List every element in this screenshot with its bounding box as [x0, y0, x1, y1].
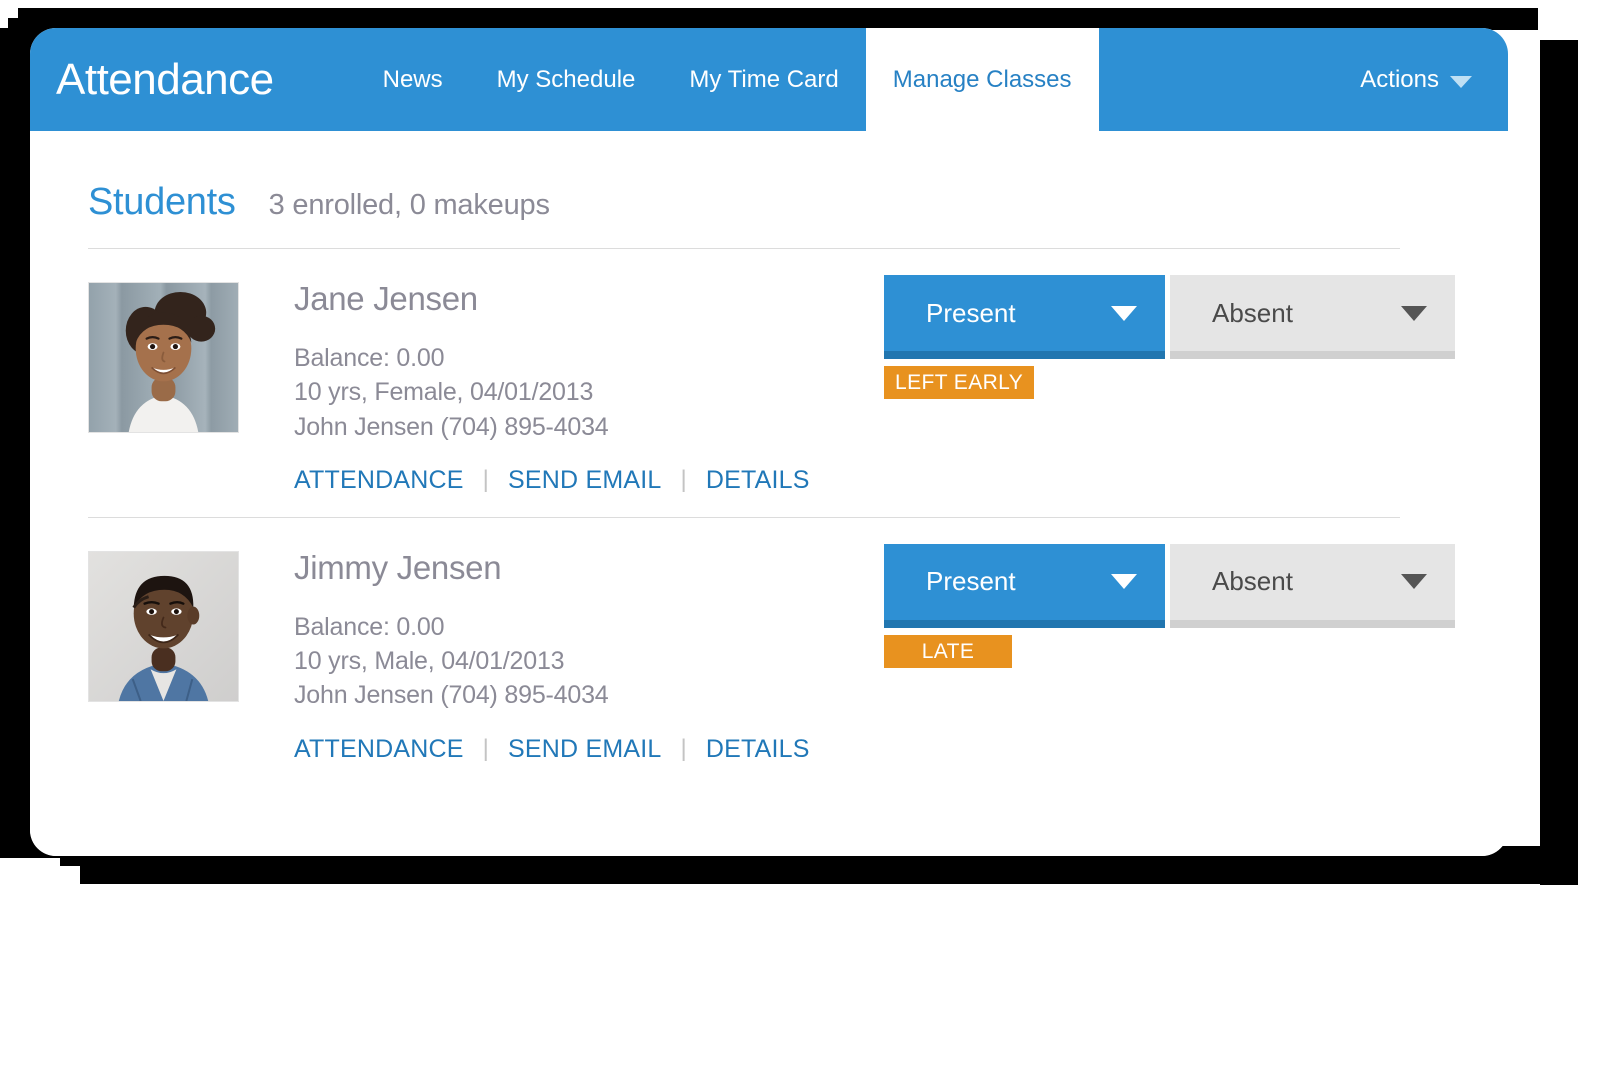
window-drop-shadow [80, 862, 1570, 884]
page-title: Students [88, 181, 236, 223]
student-guardian: John Jensen (704) 895-4034 [294, 681, 609, 710]
absent-button[interactable]: Absent [1170, 275, 1455, 359]
status-badge: LATE [884, 634, 1012, 668]
link-separator: | [680, 466, 687, 494]
tab-manage-classes-label: Manage Classes [892, 65, 1072, 93]
absent-button-label: Absent [1212, 566, 1293, 597]
actions-menu-label: Actions [1360, 65, 1439, 93]
enrollment-summary: 3 enrolled, 0 makeups [268, 189, 550, 221]
student-list-item: Jane Jensen Balance: 0.00 10 yrs, Female… [30, 249, 1508, 495]
avatar [88, 550, 239, 702]
status-badge: LEFT EARLY [884, 366, 1035, 399]
present-button-label: Present [926, 297, 1016, 328]
student-name: Jane Jensen [294, 280, 478, 317]
send-email-link[interactable]: SEND EMAIL [508, 466, 661, 495]
link-separator: | [482, 466, 490, 494]
attendance-button-group: Present Absent [884, 275, 1459, 359]
header-spacer [1099, 28, 1361, 131]
student-guardian: John Jensen (704) 895-4034 [294, 412, 609, 441]
details-link[interactable]: DETAILS [706, 466, 810, 495]
absent-button-label: Absent [1212, 297, 1293, 328]
link-separator: | [482, 735, 490, 762]
student-demographics: 10 yrs, Male, 04/01/2013 [294, 647, 565, 675]
student-name: Jimmy Jensen [294, 548, 502, 586]
chevron-down-icon[interactable] [1111, 305, 1137, 321]
attendance-button-group: Present Absent [884, 543, 1459, 628]
send-email-link[interactable]: SEND EMAIL [508, 735, 661, 764]
page-body: Students 3 enrolled, 0 makeups Jane Jens… [30, 131, 1508, 856]
present-button-label: Present [926, 566, 1016, 597]
chevron-down-icon[interactable] [1401, 574, 1427, 590]
attendance-controls: Present Absent LATE [884, 543, 1459, 668]
student-action-links: ATTENDANCE | SEND EMAIL | DETAILS [294, 735, 854, 764]
student-list-item: Jimmy Jensen Balance: 0.00 10 yrs, Male,… [30, 518, 1508, 764]
student-info: Jane Jensen Balance: 0.00 10 yrs, Female… [294, 282, 854, 495]
chevron-down-icon[interactable] [1401, 305, 1427, 321]
tab-manage-classes[interactable]: Manage Classes [865, 28, 1099, 131]
link-separator: | [680, 735, 687, 762]
student-balance: Balance: 0.00 [294, 612, 445, 641]
app-window: Attendance News My Schedule My Time Card… [30, 28, 1508, 856]
student-demographics: 10 yrs, Female, 04/01/2013 [294, 378, 594, 407]
student-balance: Balance: 0.00 [294, 344, 445, 372]
absent-button[interactable]: Absent [1170, 543, 1455, 628]
tab-my-schedule-label: My Schedule [496, 65, 636, 93]
tab-my-time-card-label: My Time Card [689, 65, 839, 93]
tab-my-schedule[interactable]: My Schedule [470, 28, 663, 131]
attendance-controls: Present Absent LEFT EARLY [884, 275, 1459, 399]
photo-jane-jensen-icon [89, 283, 238, 432]
present-button[interactable]: Present [884, 543, 1165, 628]
window-drop-shadow [1540, 40, 1578, 885]
tab-news[interactable]: News [356, 28, 470, 131]
chevron-down-icon [1450, 75, 1472, 88]
avatar [88, 282, 239, 433]
attendance-link[interactable]: ATTENDANCE [294, 466, 464, 495]
app-brand-title: Attendance [56, 54, 274, 104]
app-header-bar: Attendance News My Schedule My Time Card… [30, 28, 1508, 131]
tab-my-time-card[interactable]: My Time Card [662, 28, 865, 131]
details-link[interactable]: DETAILS [706, 735, 810, 764]
main-navigation: News My Schedule My Time Card Manage Cla… [356, 28, 1099, 131]
student-action-links: ATTENDANCE | SEND EMAIL | DETAILS [294, 466, 854, 495]
screenshot-stage: Attendance News My Schedule My Time Card… [0, 0, 1600, 1067]
tab-news-label: News [382, 65, 443, 93]
page-header: Students 3 enrolled, 0 makeups [30, 131, 1508, 224]
student-info: Jimmy Jensen Balance: 0.00 10 yrs, Male,… [294, 551, 854, 764]
photo-jimmy-jensen-icon [89, 551, 238, 701]
chevron-down-icon[interactable] [1111, 574, 1137, 590]
attendance-link[interactable]: ATTENDANCE [294, 735, 464, 764]
present-button[interactable]: Present [884, 275, 1165, 359]
actions-menu-button[interactable]: Actions [1360, 28, 1508, 131]
